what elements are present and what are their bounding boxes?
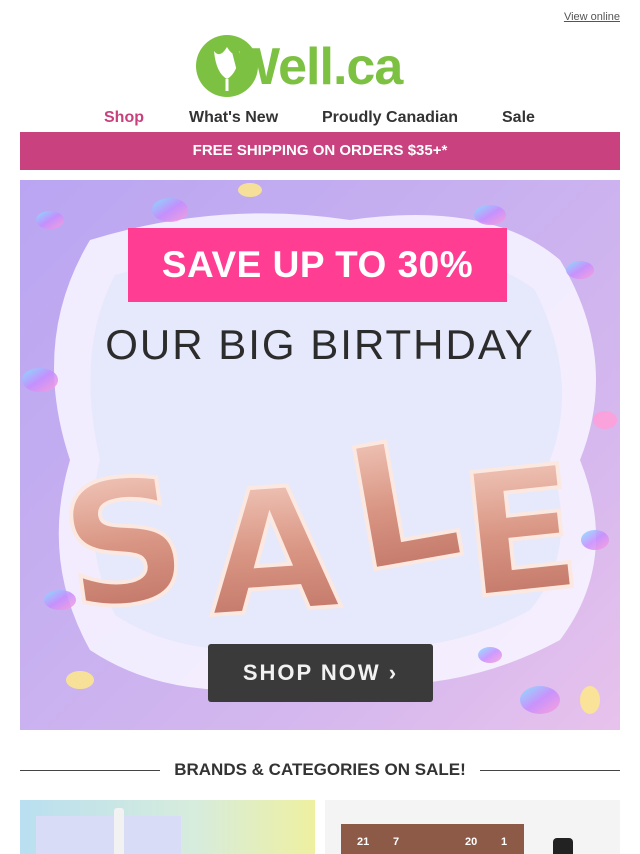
save-up-to-badge: SAVE UP TO 30% [128, 228, 507, 302]
shop-now-button[interactable]: SHOP NOW › [208, 644, 433, 702]
label-value: 20 [465, 836, 478, 848]
promo-tile-left[interactable] [20, 800, 315, 854]
nutrition-label-image: 21 7 20 1 [341, 824, 524, 854]
section-header: BRANDS & CATEGORIES ON SALE! [20, 758, 620, 782]
product-card [36, 816, 181, 854]
label-value: 1 [501, 836, 508, 848]
hero-headline: OUR BIG BIRTHDAY [105, 321, 535, 368]
section-title: BRANDS & CATEGORIES ON SALE! [166, 760, 474, 779]
main-nav: Shop What's New Proudly Canadian Sale [0, 108, 640, 128]
nav-whats-new[interactable]: What's New [189, 108, 278, 128]
promo-tile-right[interactable]: 21 7 20 1 [325, 800, 620, 854]
label-value: 21 [357, 836, 370, 848]
nav-sale[interactable]: Sale [502, 108, 535, 128]
svg-text:A: A [200, 449, 345, 656]
tumbler-product-image [114, 808, 124, 854]
nav-proudly-canadian[interactable]: Proudly Canadian [322, 108, 458, 128]
free-shipping-banner[interactable]: FREE SHIPPING ON ORDERS $35+* [20, 132, 620, 170]
nav-shop[interactable]: Shop [104, 108, 144, 128]
bottle-product-image [553, 838, 573, 854]
svg-text:E: E [452, 429, 588, 638]
label-value: 7 [393, 836, 400, 848]
logo-wordmark: Well.ca [231, 38, 403, 96]
birthday-sale-banner[interactable]: S A L E SAVE UP TO 30% OUR BIG BIRTHDAY … [20, 180, 620, 730]
view-online-link[interactable]: View online [564, 11, 620, 23]
